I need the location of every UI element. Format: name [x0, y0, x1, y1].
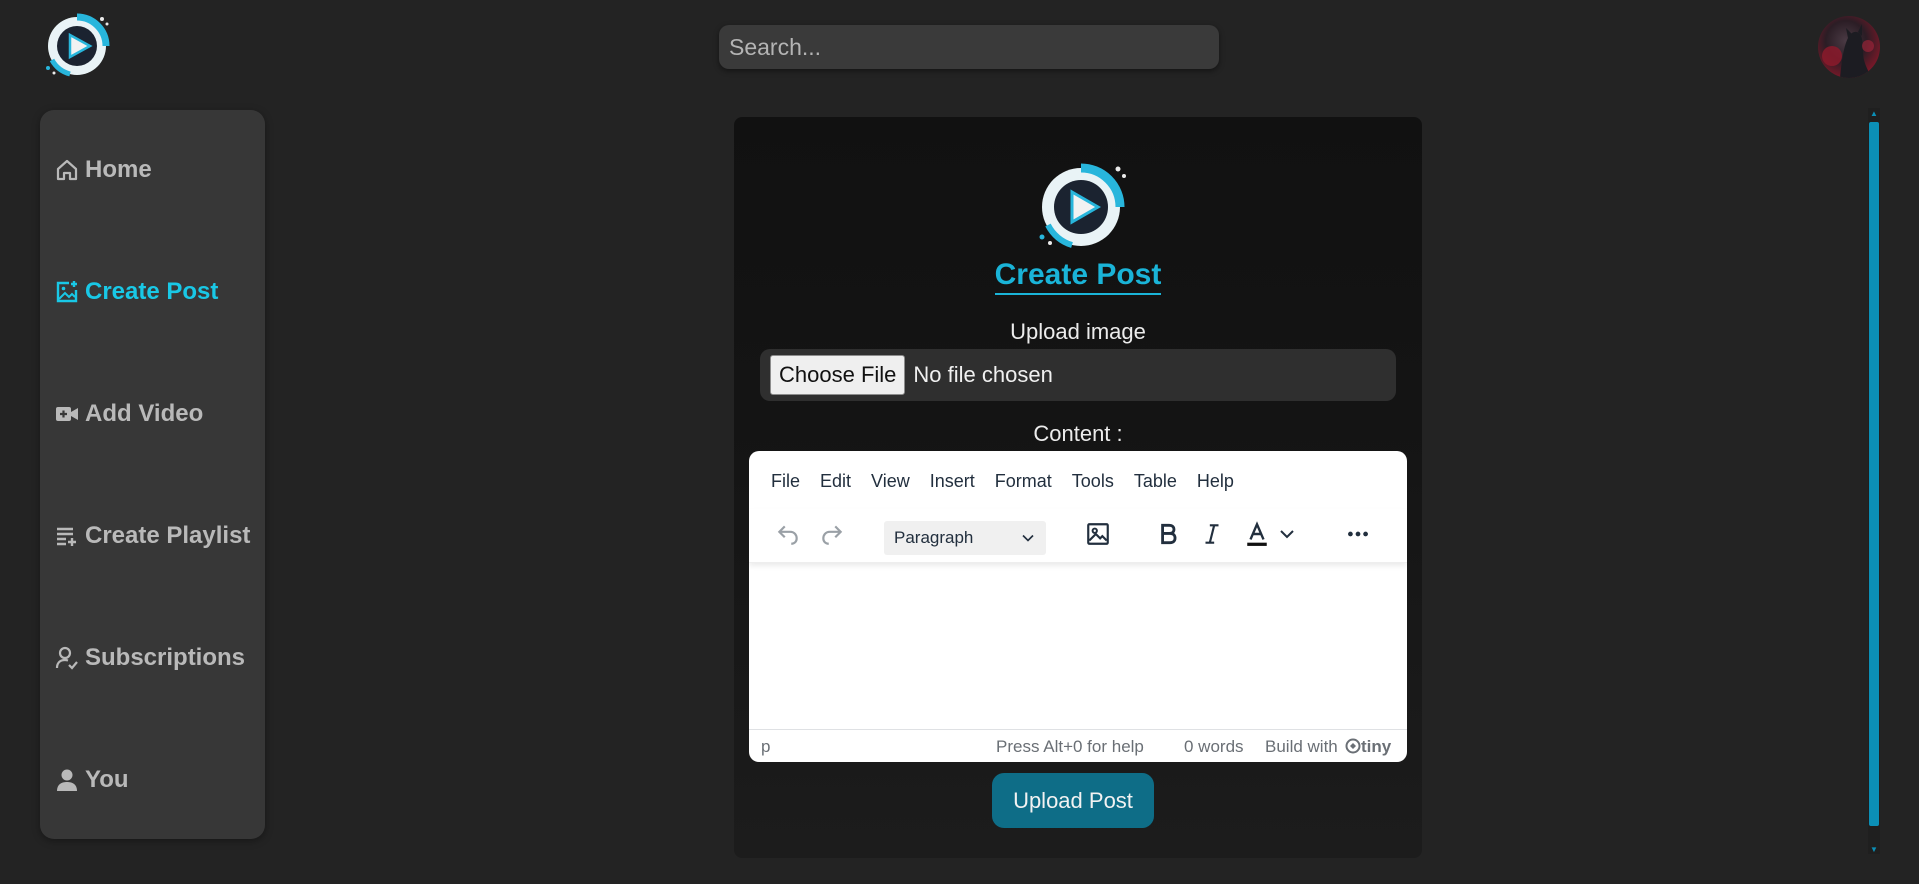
block-format-value: Paragraph	[894, 528, 974, 547]
sidebar-item-create-playlist[interactable]: Create Playlist	[55, 522, 250, 550]
text-color-dropdown[interactable]	[1275, 517, 1299, 551]
text-color-button[interactable]	[1241, 517, 1273, 551]
sidebar-item-label: Create Post	[85, 278, 219, 305]
image-icon	[1087, 523, 1109, 545]
video-plus-icon	[56, 407, 78, 421]
user-check-icon	[55, 646, 78, 670]
undo-icon	[777, 525, 798, 545]
status-word-count[interactable]: 0 words	[1184, 737, 1244, 757]
sidebar-item-label: Home	[85, 156, 152, 183]
chevron-down-icon	[1022, 534, 1034, 542]
menu-edit[interactable]: Edit	[810, 471, 861, 492]
user-icon	[57, 769, 77, 791]
play-logo-icon	[46, 13, 110, 77]
tiny-logo-icon	[1345, 738, 1361, 754]
insert-image-button[interactable]	[1081, 517, 1115, 551]
more-button[interactable]	[1341, 517, 1375, 551]
chevron-down-icon	[1280, 530, 1294, 539]
sidebar: Home Create Post Add Video Create Playli…	[40, 110, 265, 839]
menu-view[interactable]: View	[861, 471, 920, 492]
menu-tools[interactable]: Tools	[1062, 471, 1124, 492]
content-label: Content :	[1033, 421, 1123, 446]
sidebar-item-add-video[interactable]: Add Video	[55, 400, 203, 428]
italic-icon	[1205, 524, 1219, 544]
status-build: Build with	[1265, 737, 1338, 756]
file-input[interactable]: Choose File No file chosen	[760, 349, 1396, 401]
scrollbar[interactable]: ▲ ▼	[1868, 108, 1880, 854]
menu-help[interactable]: Help	[1187, 471, 1244, 492]
more-icon	[1348, 531, 1368, 537]
editor-content-area[interactable]	[749, 564, 1407, 729]
editor-statusbar: p Press Alt+0 for help 0 words Build wit…	[749, 729, 1407, 762]
home-icon	[56, 159, 78, 181]
play-logo-icon	[1039, 163, 1126, 248]
rich-text-editor: File Edit View Insert Format Tools Table…	[749, 451, 1407, 762]
editor-toolbar: Paragraph	[749, 509, 1407, 563]
menu-table[interactable]: Table	[1124, 471, 1187, 492]
choose-file-button[interactable]: Choose File	[770, 355, 906, 395]
playlist-add-icon	[57, 527, 76, 546]
sidebar-item-label: Create Playlist	[85, 522, 251, 549]
sidebar-item-label: You	[85, 766, 129, 793]
scrollbar-thumb[interactable]	[1869, 122, 1879, 826]
menu-file[interactable]: File	[761, 471, 810, 492]
upload-image-label: Upload image	[1010, 319, 1146, 344]
status-help: Press Alt+0 for help	[996, 737, 1144, 756]
site-logo[interactable]	[40, 10, 114, 78]
search-input[interactable]	[719, 25, 1219, 69]
file-status: No file chosen	[913, 362, 1053, 387]
undo-button[interactable]	[771, 517, 805, 551]
scroll-up-arrow[interactable]: ▲	[1868, 108, 1880, 118]
page-title: Create Post	[734, 258, 1422, 295]
upload-post-button[interactable]: Upload Post	[992, 773, 1154, 828]
sidebar-item-label: Add Video	[85, 400, 204, 427]
bold-button[interactable]	[1153, 517, 1183, 551]
text-color-icon	[1247, 521, 1267, 546]
block-format-select[interactable]: Paragraph	[884, 521, 1046, 555]
menu-format[interactable]: Format	[985, 471, 1062, 492]
bold-icon	[1161, 523, 1177, 545]
sidebar-item-home[interactable]: Home	[55, 156, 152, 184]
status-path[interactable]: p	[761, 737, 770, 757]
menu-insert[interactable]: Insert	[920, 471, 985, 492]
image-plus-icon	[56, 281, 78, 303]
redo-icon	[822, 525, 843, 545]
scroll-down-arrow[interactable]: ▼	[1868, 844, 1880, 854]
create-post-card: Create Post Upload image Choose File No …	[734, 117, 1422, 858]
page-title-text: Create Post	[994, 258, 1162, 295]
card-logo	[1036, 159, 1132, 249]
sidebar-item-label: Subscriptions	[85, 644, 246, 671]
tiny-brand[interactable]: tiny	[1345, 737, 1391, 757]
tiny-brand-text: tiny	[1361, 737, 1392, 756]
italic-button[interactable]	[1197, 517, 1227, 551]
avatar-image	[1822, 24, 1874, 78]
sidebar-item-you[interactable]: You	[55, 766, 129, 794]
user-avatar[interactable]	[1818, 16, 1880, 78]
editor-menubar: File Edit View Insert Format Tools Table…	[761, 471, 1244, 492]
sidebar-item-create-post[interactable]: Create Post	[55, 278, 218, 306]
redo-button[interactable]	[815, 517, 849, 551]
sidebar-item-subscriptions[interactable]: Subscriptions	[55, 644, 245, 672]
